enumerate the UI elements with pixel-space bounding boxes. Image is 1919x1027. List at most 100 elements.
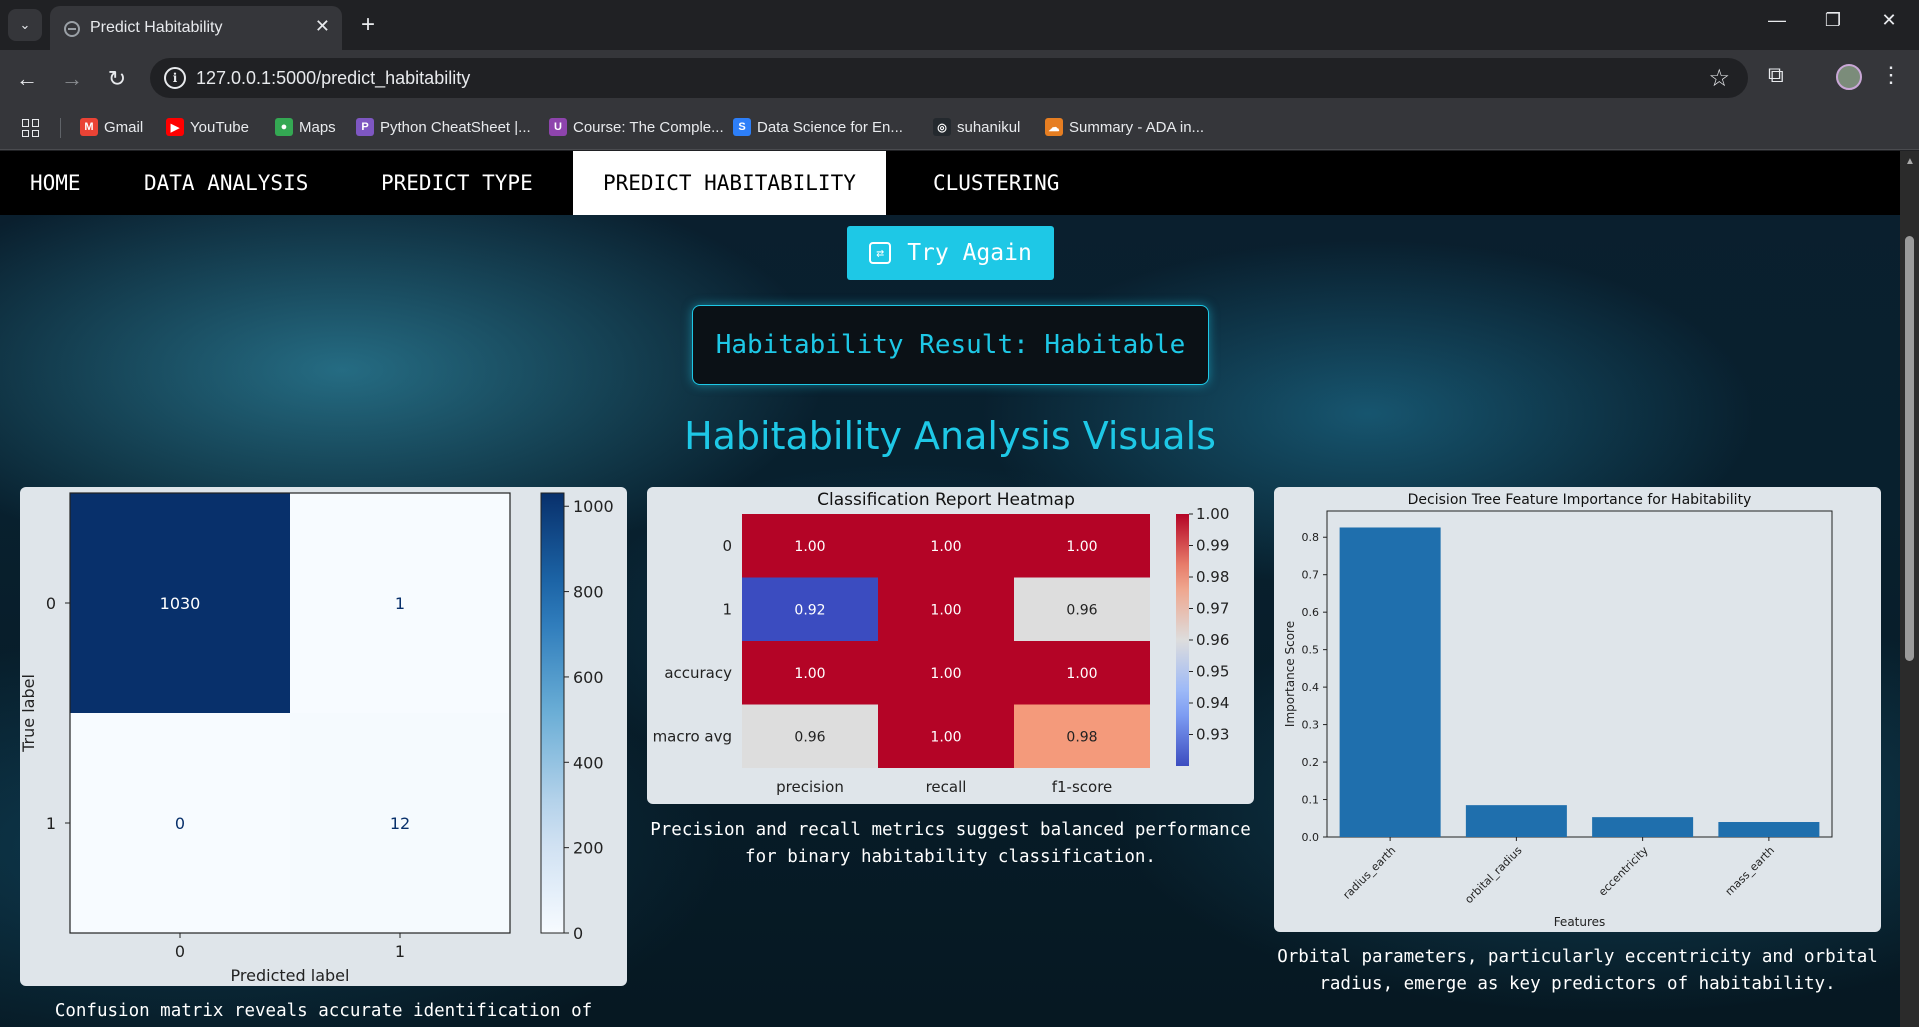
bookmark-favicon-icon: S <box>733 118 751 136</box>
bookmark-label: Maps <box>299 118 336 136</box>
cm-cell-value: 1 <box>395 594 405 613</box>
cm-cell-value: 0 <box>175 814 185 833</box>
active-tab[interactable]: Predict Habitability ✕ <box>50 6 342 50</box>
nav-predict-habitability[interactable]: PREDICT HABITABILITY <box>573 151 886 215</box>
bookmark-favicon-icon: ☁ <box>1045 118 1063 136</box>
bookmark-label: Gmail <box>104 118 144 136</box>
fi-x-tick-label: radius_earth <box>1340 844 1398 902</box>
bookmark-label: Data Science for En... <box>757 118 903 136</box>
fi-title: Decision Tree Feature Importance for Hab… <box>1408 492 1752 508</box>
confusion-matrix-card: 1030 1 0 12 0 1 0 1 Predicted label True label 0 20… <box>20 487 627 986</box>
cm-colorbar-tick-label: 800 <box>573 583 604 602</box>
hm-y-tick-label: 1 <box>722 600 732 618</box>
window-close-icon[interactable]: ✕ <box>1869 10 1909 31</box>
fi-bar <box>1339 527 1441 837</box>
bookmark-item[interactable]: ◎ suhanikul <box>933 118 1020 136</box>
try-again-button[interactable]: ⇄ Try Again <box>847 226 1054 280</box>
reload-icon[interactable]: ↻ <box>102 64 132 94</box>
hm-colorbar-tick-label: 0.99 <box>1196 537 1229 555</box>
minimize-icon[interactable]: — <box>1757 10 1797 31</box>
hm-colorbar-tick-label: 0.96 <box>1196 631 1229 649</box>
hm-colorbar-tick-label: 0.98 <box>1196 568 1229 586</box>
retry-icon: ⇄ <box>869 242 892 264</box>
site-navbar: HOME DATA ANALYSIS PREDICT TYPE PREDICT … <box>0 151 1900 215</box>
fi-y-tick-label: 0.3 <box>1302 719 1320 732</box>
bookmark-label: suhanikul <box>957 118 1021 136</box>
tab-bar: ⌄ Predict Habitability ✕ + — ❐ ✕ <box>0 0 1919 50</box>
hm-colorbar-tick-label: 0.95 <box>1196 663 1229 681</box>
tab-search-chevron-icon[interactable]: ⌄ <box>8 9 42 41</box>
bookmark-favicon-icon: M <box>80 118 98 136</box>
bookmark-item[interactable]: ● Maps <box>275 118 336 136</box>
extensions-icon[interactable]: ⧉ <box>1768 62 1784 88</box>
globe-icon <box>64 21 80 37</box>
hm-cell-value: 0.98 <box>1066 729 1097 745</box>
bookmark-item[interactable]: M Gmail <box>80 118 143 136</box>
fi-y-tick-label: 0.1 <box>1302 794 1320 807</box>
cm-colorbar-tick-label: 400 <box>573 753 604 772</box>
cm-x-tick-label: 1 <box>395 942 405 961</box>
hm-colorbar-tick-label: 0.97 <box>1196 600 1229 618</box>
fi-bar <box>1592 817 1694 837</box>
hm-cell-value: 1.00 <box>930 539 961 555</box>
bookmark-favicon-icon: ● <box>275 118 293 136</box>
back-arrow-icon[interactable]: ← <box>12 64 42 94</box>
bookmark-item[interactable]: ▶ YouTube <box>166 118 249 136</box>
address-bar[interactable]: i 127.0.0.1:5000/predict_habitability ☆ <box>150 58 1748 98</box>
cm-colorbar-tick-label: 0 <box>573 924 583 943</box>
confusion-matrix-chart: 1030 1 0 12 0 1 0 1 Predicted label True label 0 20… <box>20 492 614 985</box>
site-info-icon[interactable]: i <box>164 67 186 89</box>
hm-x-tick-label: f1-score <box>1052 778 1113 796</box>
restore-icon[interactable]: ❐ <box>1813 10 1853 31</box>
profile-avatar[interactable] <box>1836 64 1862 90</box>
hm-cell-value: 1.00 <box>1066 666 1097 682</box>
fi-x-tick-label: mass_earth <box>1723 844 1777 898</box>
hm-cell-value: 0.92 <box>794 602 825 618</box>
bookmark-item[interactable]: U Course: The Comple... <box>549 118 724 136</box>
more-menu-icon[interactable]: ⋮ <box>1880 62 1902 88</box>
apps-grid-icon[interactable] <box>22 119 40 137</box>
nav-predict-type[interactable]: PREDICT TYPE <box>351 151 563 215</box>
bookmarks-divider <box>60 118 61 138</box>
hm-cell-value: 0.96 <box>1066 602 1097 618</box>
scrollbar-thumb[interactable] <box>1905 236 1914 661</box>
bookmark-item[interactable]: S Data Science for En... <box>733 118 903 136</box>
hm-x-tick-label: recall <box>926 778 967 796</box>
fi-bar <box>1718 822 1820 837</box>
classification-heatmap-card: Classification Report Heatmap 1.00 1.00 1.0… <box>647 487 1254 804</box>
section-title: Habitability Analysis Visuals <box>684 414 1216 458</box>
close-tab-icon[interactable]: ✕ <box>315 16 330 37</box>
bookmark-item[interactable]: P Python CheatSheet |... <box>356 118 531 136</box>
bookmark-favicon-icon: ▶ <box>166 118 184 136</box>
url-text[interactable]: 127.0.0.1:5000/predict_habitability <box>196 68 470 89</box>
confusion-caption: Confusion matrix reveals accurate identi… <box>54 1001 593 1021</box>
cm-colorbar-tick-label: 200 <box>573 839 604 858</box>
hm-cell-value: 0.96 <box>794 729 825 745</box>
classification-heatmap-chart: Classification Report Heatmap 1.00 1.00 1.0… <box>653 490 1230 796</box>
page-viewport: HOME DATA ANALYSIS PREDICT TYPE PREDICT … <box>0 151 1900 1027</box>
page-scrollbar[interactable]: ▲ <box>1900 151 1919 1027</box>
scroll-up-arrow-icon[interactable]: ▲ <box>1905 156 1915 167</box>
hm-colorbar-tick-label: 0.94 <box>1196 694 1229 712</box>
hm-x-tick-label: precision <box>776 778 844 796</box>
fi-y-tick-label: 0.8 <box>1302 531 1320 544</box>
browser-toolbar: ← → ↻ i 127.0.0.1:5000/predict_habitabil… <box>0 50 1919 106</box>
hm-colorbar-tick-label: 1.00 <box>1196 505 1229 523</box>
cm-colorbar <box>540 492 565 934</box>
hm-title: Classification Report Heatmap <box>817 490 1075 510</box>
hm-y-tick-label: 0 <box>722 537 732 555</box>
cm-cell-value: 1030 <box>160 594 201 613</box>
forward-arrow-icon[interactable]: → <box>57 64 87 94</box>
nav-clustering[interactable]: CLUSTERING <box>903 151 1089 215</box>
new-tab-button[interactable]: + <box>352 9 384 41</box>
bookmark-item[interactable]: ☁ Summary - ADA in... <box>1045 118 1204 136</box>
hm-cell-value: 1.00 <box>930 602 961 618</box>
bookmark-label: Python CheatSheet |... <box>380 118 531 136</box>
fi-y-tick-label: 0.4 <box>1302 681 1320 694</box>
bookmark-star-icon[interactable]: ☆ <box>1708 64 1730 93</box>
nav-home[interactable]: HOME <box>0 151 111 215</box>
try-again-label: Try Again <box>907 240 1032 266</box>
bookmark-label: Summary - ADA in... <box>1069 118 1205 136</box>
nav-data-analysis[interactable]: DATA ANALYSIS <box>114 151 338 215</box>
hm-y-tick-label: macro avg <box>653 727 732 745</box>
